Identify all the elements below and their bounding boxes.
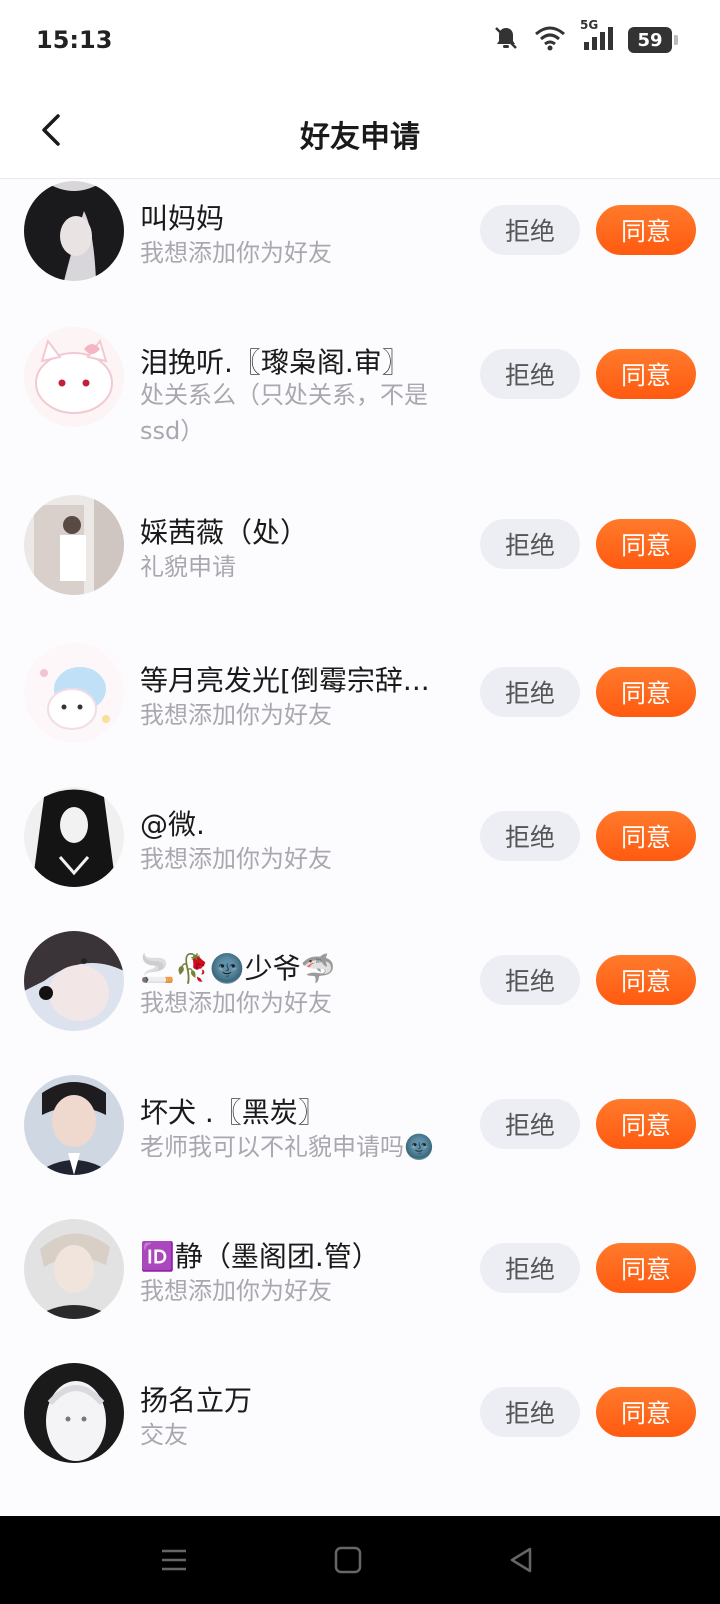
wifi-icon	[534, 24, 566, 56]
avatar[interactable]	[24, 181, 124, 281]
request-message: 老师我可以不礼貌申请吗🌚	[140, 1133, 434, 1161]
reject-button[interactable]: 拒绝	[480, 349, 580, 399]
reject-button[interactable]: 拒绝	[480, 519, 580, 569]
list-item: 扬名立万 交友 拒绝 同意	[0, 1363, 720, 1511]
avatar[interactable]	[24, 1363, 124, 1463]
battery-icon: 59	[628, 27, 678, 53]
home-nav-button[interactable]	[330, 1542, 366, 1578]
reject-button[interactable]: 拒绝	[480, 1099, 580, 1149]
requester-name: 叫妈妈	[140, 202, 225, 235]
reject-button[interactable]: 拒绝	[480, 1243, 580, 1293]
back-nav-button[interactable]	[504, 1542, 540, 1578]
status-icons: 5G 59	[492, 18, 678, 58]
list-item: 🚬🥀🌚少爷🦈 我想添加你为好友 拒绝 同意	[0, 931, 720, 1079]
requester-name: 🆔静（墨阁团.管）	[140, 1240, 380, 1273]
requester-name: 泪挽听.〖瓈枭阁.审〗	[140, 346, 410, 379]
menu-icon	[162, 1549, 186, 1571]
requester-name: 坏犬 .〖黑炭〗	[140, 1096, 326, 1129]
requester-name: @微.	[140, 808, 205, 841]
accept-button[interactable]: 同意	[596, 519, 696, 569]
page-title: 好友申请	[300, 120, 420, 155]
network-label: 5G	[580, 18, 599, 32]
nav-bar: 好友申请	[0, 84, 720, 179]
request-message: 我想添加你为好友	[140, 239, 332, 267]
request-message: 我想添加你为好友	[140, 989, 332, 1017]
request-message: 礼貌申请	[140, 553, 236, 581]
request-message: 处关系么（只处关系，不是ssd）	[140, 381, 428, 445]
friend-request-list: 叫妈妈 我想添加你为好友 拒绝 同意 泪挽听.〖瓈枭阁.审〗 处关系么（只处关系…	[0, 179, 720, 1516]
requester-name: 等月亮发光[倒霉宗辞...	[140, 664, 430, 697]
avatar[interactable]	[24, 643, 124, 743]
list-item: 🆔静（墨阁团.管） 我想添加你为好友 拒绝 同意	[0, 1219, 720, 1367]
avatar[interactable]	[24, 495, 124, 595]
mute-icon	[492, 24, 520, 56]
list-item: 泪挽听.〖瓈枭阁.审〗 处关系么（只处关系，不是ssd） 拒绝 同意	[0, 327, 720, 475]
accept-button[interactable]: 同意	[596, 349, 696, 399]
list-item: 等月亮发光[倒霉宗辞... 我想添加你为好友 拒绝 同意	[0, 643, 720, 791]
back-triangle-icon	[510, 1547, 532, 1573]
accept-button[interactable]: 同意	[596, 1099, 696, 1149]
list-item: 婇茜薇（处） 礼貌申请 拒绝 同意	[0, 495, 720, 643]
avatar[interactable]	[24, 327, 124, 427]
avatar[interactable]	[24, 1075, 124, 1175]
reject-button[interactable]: 拒绝	[480, 955, 580, 1005]
system-nav-bar	[0, 1516, 720, 1604]
accept-button[interactable]: 同意	[596, 955, 696, 1005]
reject-button[interactable]: 拒绝	[480, 667, 580, 717]
avatar[interactable]	[24, 1219, 124, 1319]
reject-button[interactable]: 拒绝	[480, 205, 580, 255]
accept-button[interactable]: 同意	[596, 205, 696, 255]
list-item: 叫妈妈 我想添加你为好友 拒绝 同意	[0, 179, 720, 327]
status-bar: 15:13 5G 59	[0, 0, 720, 84]
request-message: 交友	[140, 1421, 188, 1449]
accept-button[interactable]: 同意	[596, 1387, 696, 1437]
avatar[interactable]	[24, 931, 124, 1031]
menu-nav-button[interactable]	[156, 1542, 192, 1578]
home-square-icon	[334, 1546, 362, 1574]
accept-button[interactable]: 同意	[596, 1243, 696, 1293]
list-item: 坏犬 .〖黑炭〗 老师我可以不礼貌申请吗🌚 拒绝 同意	[0, 1075, 720, 1223]
accept-button[interactable]: 同意	[596, 811, 696, 861]
requester-name: 🚬🥀🌚少爷🦈	[140, 952, 336, 985]
avatar[interactable]	[24, 787, 124, 887]
status-time: 15:13	[36, 26, 113, 54]
reject-button[interactable]: 拒绝	[480, 811, 580, 861]
accept-button[interactable]: 同意	[596, 667, 696, 717]
request-message: 我想添加你为好友	[140, 845, 332, 873]
requester-name: 婇茜薇（处）	[140, 516, 309, 549]
signal-icon: 5G	[580, 18, 614, 56]
list-item: @微. 我想添加你为好友 拒绝 同意	[0, 787, 720, 935]
request-message: 我想添加你为好友	[140, 701, 332, 729]
reject-button[interactable]: 拒绝	[480, 1387, 580, 1437]
request-message: 我想添加你为好友	[140, 1277, 332, 1305]
requester-name: 扬名立万	[140, 1384, 253, 1417]
